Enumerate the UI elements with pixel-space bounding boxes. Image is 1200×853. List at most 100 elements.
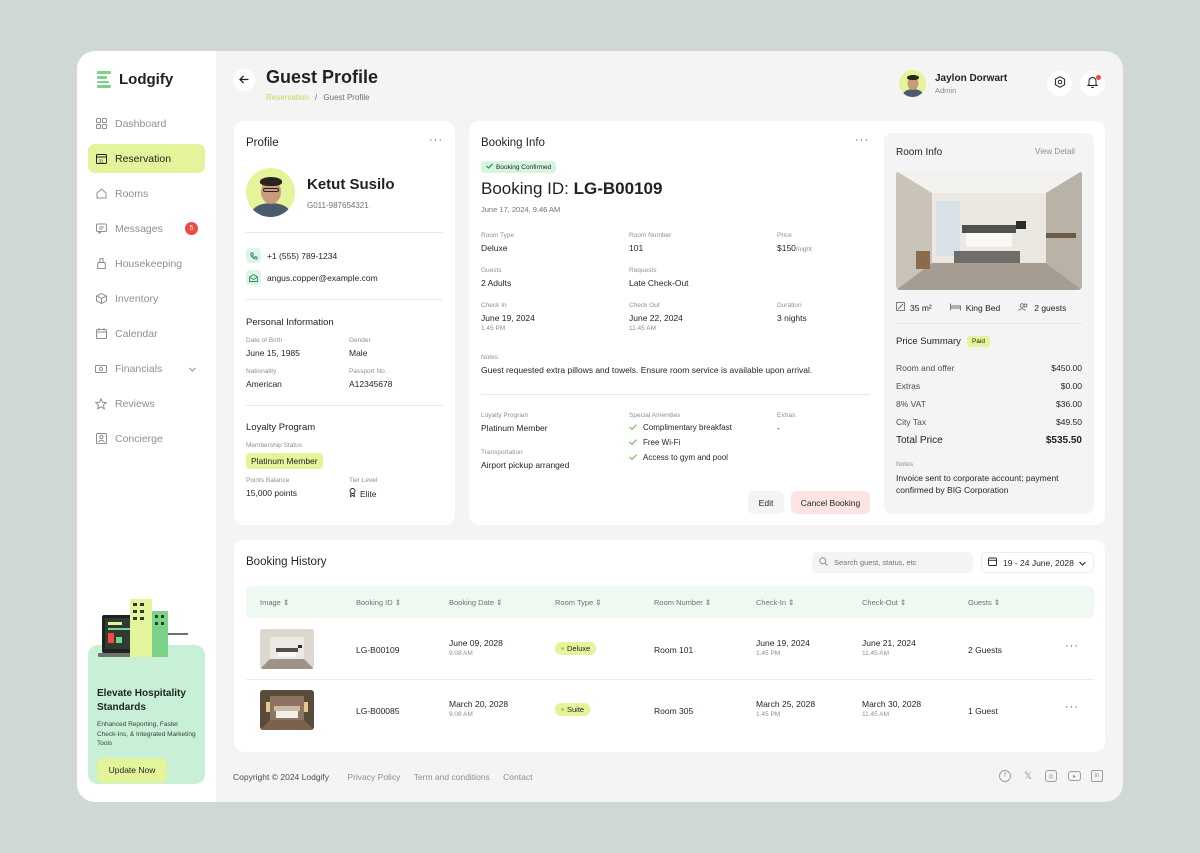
- gear-icon: [1054, 75, 1066, 93]
- user-menu[interactable]: Jaylon Dorwart Admin: [899, 70, 1007, 97]
- brush-icon: [95, 258, 107, 270]
- sidebar-item-reservation[interactable]: 31 Reservation: [88, 144, 205, 173]
- page-title: Guest Profile: [266, 67, 379, 87]
- amenities-field: Special Amenities Complimentary breakfas…: [629, 412, 732, 462]
- view-detail-link[interactable]: View Detail: [1035, 147, 1075, 156]
- terms-link[interactable]: Term and conditions: [414, 772, 490, 782]
- sidebar-item-rooms[interactable]: Rooms: [88, 179, 205, 208]
- phone-row[interactable]: +1 (555) 789-1234: [246, 248, 337, 263]
- column-header-guests[interactable]: Guests ⇕: [968, 598, 1000, 607]
- svg-text:31: 31: [98, 158, 104, 163]
- edit-button[interactable]: Edit: [748, 491, 784, 514]
- column-header-room-number[interactable]: Room Number ⇕: [654, 598, 711, 607]
- sidebar-item-reviews[interactable]: Reviews: [88, 389, 205, 418]
- sidebar-item-concierge[interactable]: Concierge: [88, 424, 205, 453]
- sidebar-item-financials[interactable]: Financials: [88, 354, 205, 383]
- chevron-down-icon: [1079, 558, 1086, 568]
- sidebar-item-inventory[interactable]: Inventory: [88, 284, 205, 313]
- column-header-image[interactable]: Image ⇕: [260, 598, 289, 607]
- column-header-booking-id[interactable]: Booking ID ⇕: [356, 598, 401, 607]
- back-button[interactable]: [233, 69, 255, 91]
- booking-date-cell: March 20, 2028 9.08 AM: [449, 699, 509, 718]
- user-avatar: [899, 70, 926, 97]
- amenity-item: Free Wi-Fi: [629, 438, 732, 447]
- sidebar-item-messages[interactable]: Messages 5: [88, 214, 205, 243]
- room-type-tag: Deluxe: [555, 642, 597, 655]
- more-options-icon[interactable]: ···: [855, 134, 869, 146]
- price-field: Price $150/night: [777, 232, 812, 253]
- room-image: [896, 171, 1082, 290]
- settings-button[interactable]: [1047, 71, 1072, 96]
- youtube-icon[interactable]: ▸: [1068, 771, 1081, 781]
- room-number-cell: Room 101: [654, 645, 694, 655]
- star-icon: [95, 397, 107, 410]
- breadcrumb-link-reservation[interactable]: Reservation: [266, 93, 309, 102]
- linkedin-icon[interactable]: in: [1091, 770, 1103, 782]
- profile-card: Profile ··· Ketut Susilo G011-987654321 …: [234, 121, 455, 525]
- more-options-icon[interactable]: ···: [429, 134, 443, 146]
- row-more-options-icon[interactable]: ···: [1065, 640, 1079, 652]
- message-icon: [95, 223, 107, 235]
- sidebar-item-label: Dashboard: [115, 117, 167, 130]
- sidebar-item-label: Calendar: [115, 327, 158, 340]
- room-notes: Notes Invoice sent to corporate account;…: [896, 461, 1059, 495]
- table-row[interactable]: LG-B00085 March 20, 2028 9.08 AM Suite Ro…: [246, 680, 1094, 741]
- room-bed: King Bed: [949, 302, 1000, 313]
- contact-link[interactable]: Contact: [503, 772, 532, 782]
- email-row[interactable]: angus.copper@example.com: [246, 270, 378, 285]
- search-input[interactable]: [834, 558, 964, 567]
- column-header-check-out[interactable]: Check-Out ⇕: [862, 598, 906, 607]
- paid-badge: Paid: [966, 336, 990, 347]
- sidebar-item-housekeeping[interactable]: Housekeeping: [88, 249, 205, 278]
- search-icon: [819, 557, 828, 568]
- sidebar-item-label: Housekeeping: [115, 257, 183, 270]
- column-header-room-type[interactable]: Room Type ⇕: [555, 598, 602, 607]
- check-icon: [629, 423, 637, 432]
- x-icon[interactable]: 𝕏: [1022, 770, 1034, 782]
- table-header: Image ⇕ Booking ID ⇕ Booking Date ⇕ Room…: [246, 586, 1094, 618]
- loyalty-field: Loyalty Program Platinum Member: [481, 412, 548, 433]
- history-search[interactable]: [812, 552, 973, 573]
- arrow-left-icon: [239, 71, 249, 89]
- notifications-button[interactable]: [1080, 71, 1105, 96]
- sidebar-item-label: Inventory: [115, 292, 159, 305]
- row-more-options-icon[interactable]: ···: [1065, 701, 1079, 713]
- column-header-booking-date[interactable]: Booking Date ⇕: [449, 598, 502, 607]
- amenity-item: Complimentary breakfast: [629, 423, 732, 432]
- room-number-cell: Room 305: [654, 706, 694, 716]
- booking-id-cell: LG-B00085: [356, 706, 400, 716]
- price-line: Extras $0.00: [896, 381, 1082, 391]
- table-row[interactable]: LG-B00109 June 09, 2028 9.08 AM Deluxe Ro…: [246, 619, 1094, 680]
- chevron-down-icon[interactable]: [189, 363, 196, 375]
- calendar-icon: [988, 557, 997, 568]
- breadcrumb: Reservation / Guest Profile: [266, 93, 370, 102]
- loyalty-title: Loyalty Program: [246, 422, 316, 433]
- app-name: Lodgify: [119, 71, 174, 88]
- date-range-picker[interactable]: 19 - 24 June, 2028: [981, 552, 1094, 573]
- room-number-field: Room Number 101: [629, 232, 672, 253]
- check-out-cell: March 30, 2028 11.45 AM: [862, 699, 922, 718]
- sidebar-item-label: Rooms: [115, 187, 149, 200]
- profile-card-title: Profile: [246, 137, 279, 149]
- instagram-icon[interactable]: ◎: [1045, 770, 1057, 782]
- sidebar-item-calendar[interactable]: Calendar: [88, 319, 205, 348]
- room-info-panel: Room Info View Detail 35 m² King Bed 2 g…: [884, 133, 1094, 514]
- dob-field: Date of Birth June 15, 1985: [246, 337, 300, 358]
- booking-date-cell: June 09, 2028 9.08 AM: [449, 638, 503, 657]
- messages-count-badge: 5: [185, 222, 198, 235]
- column-header-check-in[interactable]: Check-In ⇕: [756, 598, 794, 607]
- booking-id-heading: Booking ID: LG-B00109: [481, 179, 663, 198]
- check-icon: [486, 163, 493, 171]
- extras-field: Extras -: [777, 412, 796, 433]
- facebook-icon[interactable]: f: [999, 770, 1011, 782]
- privacy-policy-link[interactable]: Privacy Policy: [347, 772, 400, 782]
- sidebar-item-label: Messages: [115, 222, 163, 235]
- membership-status-badge: Platinum Member: [246, 453, 323, 469]
- logo[interactable]: Lodgify: [97, 71, 173, 88]
- sidebar-item-dashboard[interactable]: Dashboard: [88, 109, 205, 138]
- update-now-button[interactable]: Update Now: [97, 757, 167, 783]
- sidebar-item-label: Concierge: [115, 432, 163, 445]
- cancel-booking-button[interactable]: Cancel Booking: [791, 491, 870, 514]
- membership-status-label: Membership Status: [246, 442, 302, 449]
- checkin-field: Check In June 19, 2024 1.45 PM: [481, 302, 535, 332]
